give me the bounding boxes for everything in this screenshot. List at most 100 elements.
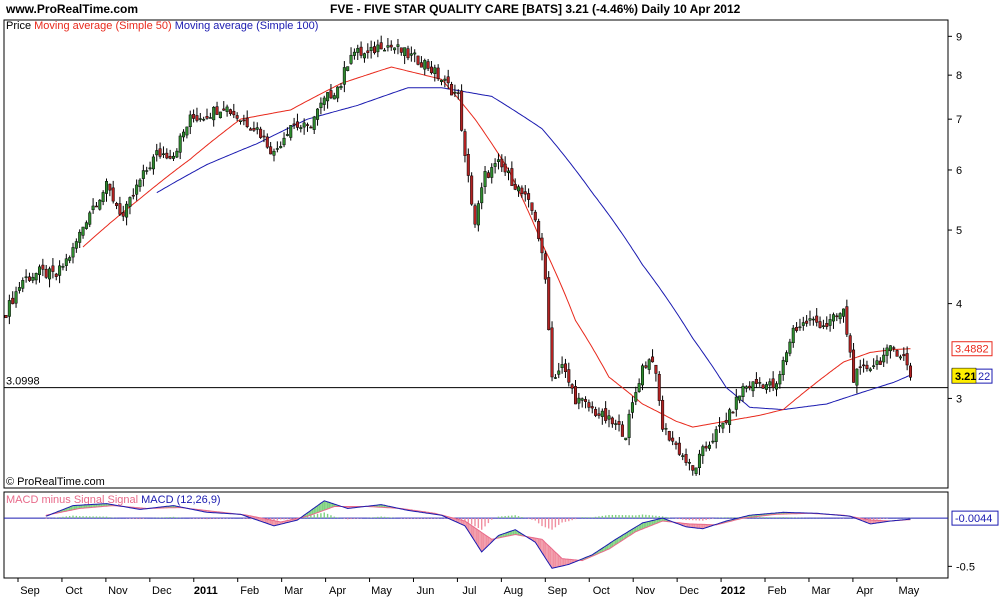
candle <box>527 193 531 200</box>
candle <box>349 54 353 64</box>
candle <box>888 345 892 352</box>
candle <box>557 370 561 375</box>
candle <box>443 78 447 81</box>
candle <box>7 300 11 317</box>
candle <box>232 110 236 116</box>
time-tick-label: Jun <box>417 585 435 597</box>
candle <box>697 453 701 468</box>
candle <box>707 444 712 449</box>
time-tick-label: Oct <box>65 585 82 597</box>
candle <box>878 360 882 365</box>
candle <box>125 203 129 218</box>
candle <box>470 175 474 205</box>
candle <box>687 462 691 464</box>
candle <box>798 326 802 329</box>
candle <box>104 181 109 194</box>
candle <box>791 327 795 344</box>
candle <box>868 368 872 371</box>
candle <box>651 356 655 363</box>
candle <box>406 48 410 59</box>
candle <box>24 276 28 279</box>
candle <box>674 442 678 445</box>
time-tick-label: Apr <box>856 585 873 597</box>
candle <box>567 369 571 383</box>
candle <box>590 406 594 409</box>
candle <box>831 314 835 322</box>
candle <box>426 61 430 69</box>
candle <box>319 102 323 109</box>
candle <box>168 155 172 159</box>
candle <box>135 184 139 195</box>
candle <box>151 156 155 170</box>
candle <box>510 168 514 186</box>
candle <box>37 266 42 275</box>
candle <box>517 186 521 192</box>
candle <box>295 121 299 128</box>
candle <box>483 171 487 187</box>
candle <box>594 409 598 416</box>
ma50-line <box>82 66 911 428</box>
price-tick-label: 6 <box>956 165 962 177</box>
candle <box>738 395 742 401</box>
candle <box>44 268 48 278</box>
candle <box>875 360 879 365</box>
candle <box>882 354 886 363</box>
candle <box>326 92 330 102</box>
candle <box>342 67 346 85</box>
ma100-line <box>156 87 911 411</box>
candle <box>218 111 222 119</box>
candle <box>617 421 621 425</box>
price-tick-label: 7 <box>956 114 962 126</box>
candle <box>858 366 862 368</box>
candle <box>171 155 176 159</box>
candle <box>165 152 169 159</box>
candle <box>701 446 705 457</box>
candle <box>359 46 363 56</box>
price-tick-label: 3 <box>956 393 962 405</box>
candle <box>419 62 423 68</box>
candle <box>316 108 320 120</box>
candle <box>473 205 477 225</box>
candle <box>486 172 490 178</box>
candle <box>624 437 628 441</box>
candle <box>771 378 775 389</box>
candle <box>657 374 661 401</box>
candle <box>91 205 95 211</box>
candle <box>751 381 755 392</box>
candle <box>249 128 253 131</box>
candle <box>480 187 484 204</box>
candle <box>560 364 564 368</box>
candle <box>801 322 805 326</box>
candle <box>862 364 866 367</box>
candle <box>409 53 413 56</box>
candle <box>51 265 55 272</box>
candle <box>754 379 758 384</box>
candle <box>774 383 779 390</box>
candle <box>383 49 387 52</box>
candle <box>225 106 229 112</box>
candle <box>744 386 748 389</box>
candle <box>748 385 752 389</box>
candle <box>453 91 457 94</box>
candle <box>466 154 470 176</box>
candle <box>604 408 608 421</box>
candle <box>31 276 35 281</box>
candle <box>61 266 65 268</box>
candle <box>523 191 527 195</box>
candle <box>188 114 192 128</box>
candle <box>245 117 249 127</box>
time-tick-label: Feb <box>768 585 787 597</box>
time-tick-label: Nov <box>108 585 128 597</box>
candle <box>366 50 370 53</box>
candle <box>54 273 58 277</box>
candle <box>537 221 541 239</box>
candle <box>362 53 366 59</box>
candle <box>644 365 648 368</box>
candle <box>902 354 906 357</box>
candle <box>654 364 658 374</box>
candle <box>905 353 909 366</box>
candle <box>98 199 102 210</box>
candle <box>84 222 88 229</box>
candle <box>764 384 768 390</box>
candle <box>811 318 815 321</box>
